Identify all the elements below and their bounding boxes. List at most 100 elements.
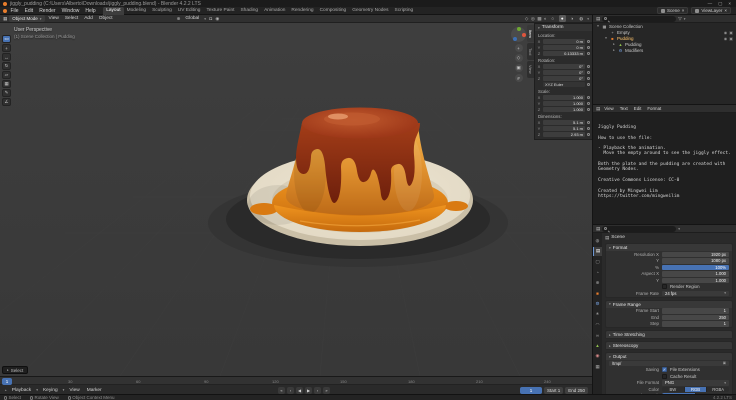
file-extensions-checkbox[interactable]: ✓: [662, 367, 667, 372]
editor-type-icon[interactable]: ▦: [3, 16, 7, 22]
view-layer-selector[interactable]: ViewLayer ×: [691, 7, 731, 14]
scene-selector[interactable]: Scene ×: [657, 7, 688, 14]
menu-view-text[interactable]: View: [602, 106, 615, 111]
menu-file[interactable]: File: [8, 8, 21, 14]
output-panel-header[interactable]: ▾ Output: [606, 353, 732, 360]
tab-particles[interactable]: ∗: [593, 310, 602, 319]
menu-render[interactable]: Render: [37, 8, 58, 14]
menu-select[interactable]: Select: [63, 16, 80, 21]
move-tool[interactable]: ↔: [2, 53, 11, 61]
filter-icon[interactable]: ▽: [678, 16, 681, 22]
y-axis-dot[interactable]: [517, 27, 521, 31]
shading-solid-icon[interactable]: ●: [559, 15, 566, 22]
workspace-tab-sculpting[interactable]: Sculpting: [149, 7, 175, 15]
color-rgb-option[interactable]: RGB: [685, 387, 708, 393]
playhead[interactable]: 1: [2, 378, 12, 385]
stereoscopy-header[interactable]: ▸ Stereoscopy: [606, 342, 732, 349]
sidebar-tab-view[interactable]: View: [527, 61, 534, 78]
xray-toggle-icon[interactable]: ▩: [537, 16, 541, 22]
snap-magnet-icon[interactable]: Ω: [209, 16, 212, 21]
tab-world[interactable]: ⊕: [593, 278, 602, 287]
output-path-field[interactable]: /tmp/▣: [609, 361, 729, 367]
frame-step-field[interactable]: 1: [662, 321, 729, 327]
shading-wireframe-icon[interactable]: ○: [549, 15, 556, 22]
sidebar-tab-item[interactable]: Item: [527, 25, 534, 42]
menu-object[interactable]: Object: [97, 16, 115, 21]
sidebar-tab-tool[interactable]: Tool: [527, 43, 534, 60]
camera-view-icon[interactable]: ▣: [515, 64, 523, 72]
workspace-tab-uv-editing[interactable]: UV Editing: [175, 7, 204, 15]
close-button[interactable]: ×: [728, 1, 731, 7]
shading-rendered-icon[interactable]: ◍: [578, 15, 585, 22]
resolution-percent-slider[interactable]: 100%: [662, 265, 729, 271]
animate-dot[interactable]: [587, 108, 590, 111]
file-format-selector[interactable]: PNG▾: [662, 380, 729, 386]
visibility-icon[interactable]: ◐: [544, 16, 547, 21]
scale-tool[interactable]: ▱: [2, 71, 11, 79]
cursor-tool[interactable]: +: [2, 44, 11, 52]
workspace-tab-rendering[interactable]: Rendering: [288, 7, 316, 15]
scene-unlink-icon[interactable]: ×: [682, 8, 685, 13]
tab-physics[interactable]: ◠: [593, 320, 602, 329]
location-z-field[interactable]: 0.13333 m: [543, 51, 585, 56]
play-reverse-button[interactable]: ◀: [296, 387, 303, 394]
blender-menu-icon[interactable]: [3, 9, 7, 13]
select-box-tool[interactable]: ▭: [2, 35, 11, 43]
animate-dot[interactable]: [587, 102, 590, 105]
transform-tool[interactable]: ▦: [2, 80, 11, 88]
animate-dot[interactable]: [587, 65, 590, 68]
render-region-checkbox[interactable]: [662, 284, 667, 289]
zoom-icon[interactable]: +: [515, 44, 523, 52]
proportional-editing-icon[interactable]: ◉: [215, 16, 219, 22]
animate-dot[interactable]: [587, 96, 590, 99]
axis-gizmo[interactable]: [511, 27, 526, 42]
menu-view-timeline[interactable]: View: [67, 388, 81, 393]
dimensions-y-field[interactable]: 5.1 m: [543, 126, 585, 131]
workspace-tab-layout[interactable]: Layout: [103, 7, 123, 15]
animate-dot[interactable]: [587, 46, 590, 49]
scale-x-field[interactable]: 1.000: [543, 95, 585, 100]
transform-panel-header[interactable]: ▾ Transform: [535, 24, 592, 31]
animate-dot[interactable]: [587, 71, 590, 74]
menu-window[interactable]: Window: [59, 8, 82, 14]
frame-rate-selector[interactable]: 24 fps▾: [662, 291, 729, 297]
clock-icon[interactable]: ◔: [4, 388, 7, 393]
mode-selector[interactable]: Object Mode ▾: [9, 15, 44, 22]
rotate-tool[interactable]: ↻: [2, 62, 11, 70]
show-overlays-icon[interactable]: ◎: [531, 16, 535, 22]
animate-dot[interactable]: [587, 121, 590, 124]
workspace-tab-compositing[interactable]: Compositing: [317, 7, 350, 15]
frame-range-panel-header[interactable]: ▾ Frame Range: [606, 301, 732, 308]
workspace-tab-animation[interactable]: Animation: [261, 7, 288, 15]
tab-scene[interactable]: ◔: [593, 268, 602, 277]
hide-eye-icon[interactable]: ◉: [724, 30, 728, 35]
next-keyframe-button[interactable]: ›: [314, 387, 321, 394]
workspace-tab-scripting[interactable]: Scripting: [392, 7, 417, 15]
frame-start-prop-field[interactable]: 1: [662, 308, 729, 314]
menu-marker[interactable]: Marker: [85, 388, 104, 393]
workspace-tab-geometry-nodes[interactable]: Geometry Nodes: [349, 7, 391, 15]
location-x-field[interactable]: 0 m: [543, 39, 585, 44]
frame-end-prop-field[interactable]: 250: [662, 315, 729, 321]
tab-render[interactable]: ◍: [593, 236, 602, 245]
dimensions-z-field[interactable]: 2.93 m: [543, 132, 585, 137]
resolution-y-field[interactable]: 1080 px: [662, 258, 729, 264]
tab-object-data[interactable]: ▲: [593, 341, 602, 350]
folder-icon[interactable]: ▣: [723, 361, 726, 365]
x-axis-dot[interactable]: [522, 33, 526, 37]
tab-modifiers[interactable]: ⚙: [593, 299, 602, 308]
rotation-mode-selector[interactable]: XYZ Euler: [543, 82, 585, 87]
workspace-tab-modeling[interactable]: Modeling: [124, 7, 149, 15]
tab-output[interactable]: ▤: [593, 247, 602, 256]
jump-to-end-button[interactable]: »: [323, 387, 330, 394]
menu-format[interactable]: Format: [645, 106, 663, 111]
tab-view-layer[interactable]: ▢: [593, 257, 602, 266]
current-frame-field[interactable]: 1: [520, 387, 542, 394]
tab-constraints[interactable]: ∞: [593, 331, 602, 340]
properties-editor-icon[interactable]: ▤: [596, 226, 600, 232]
last-operator-panel[interactable]: ▸ Select: [2, 366, 28, 374]
shading-material-icon[interactable]: ◑: [568, 15, 575, 22]
prev-keyframe-button[interactable]: ‹: [287, 387, 294, 394]
menu-edit-text[interactable]: Edit: [632, 106, 644, 111]
color-bw-option[interactable]: BW: [662, 387, 685, 393]
